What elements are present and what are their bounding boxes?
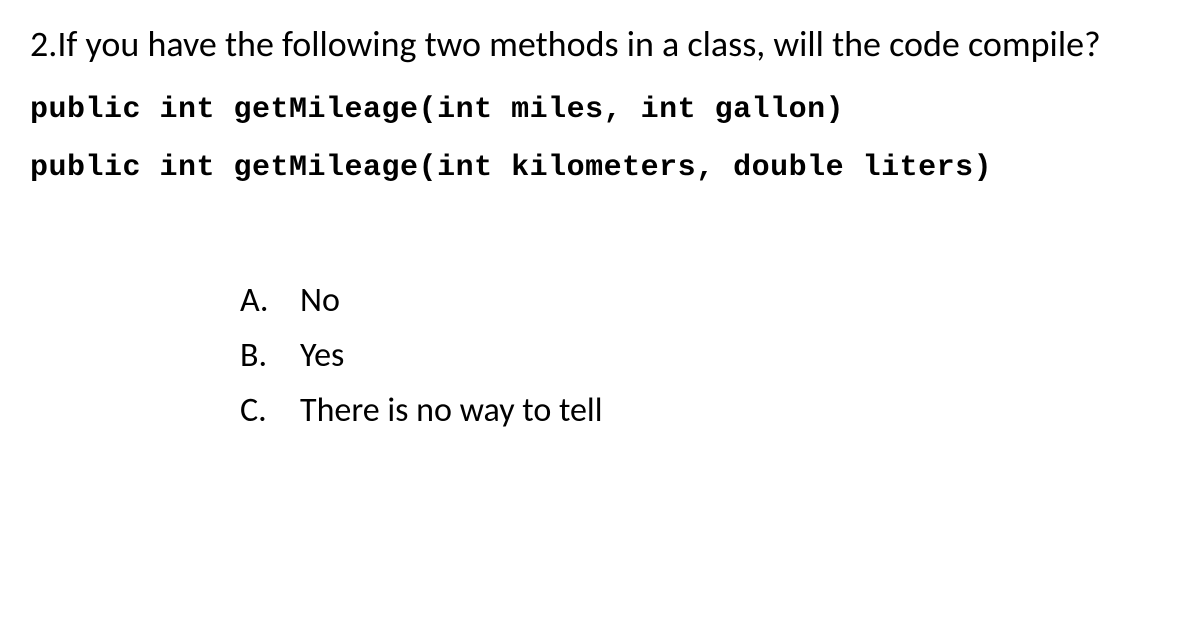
option-text: No: [300, 275, 1170, 326]
question-number: 2.: [30, 22, 57, 66]
answer-options: A. No B. Yes C. There is no way to tell: [240, 275, 1170, 436]
option-text: Yes: [300, 330, 1170, 381]
option-letter: A.: [240, 275, 300, 326]
option-text: There is no way to tell: [300, 385, 1170, 436]
question-body: If you have the following two methods in…: [57, 22, 1100, 66]
option-b: B. Yes: [240, 330, 1170, 381]
option-letter: B.: [240, 330, 300, 381]
code-snippet-line-1: public int getMileage(int miles, int gal…: [30, 93, 1170, 127]
option-letter: C.: [240, 385, 300, 436]
option-c: C. There is no way to tell: [240, 385, 1170, 436]
code-snippet-line-2: public int getMileage(int kilometers, do…: [30, 151, 1170, 185]
option-a: A. No: [240, 275, 1170, 326]
question-prompt: 2.If you have the following two methods …: [30, 20, 1170, 69]
